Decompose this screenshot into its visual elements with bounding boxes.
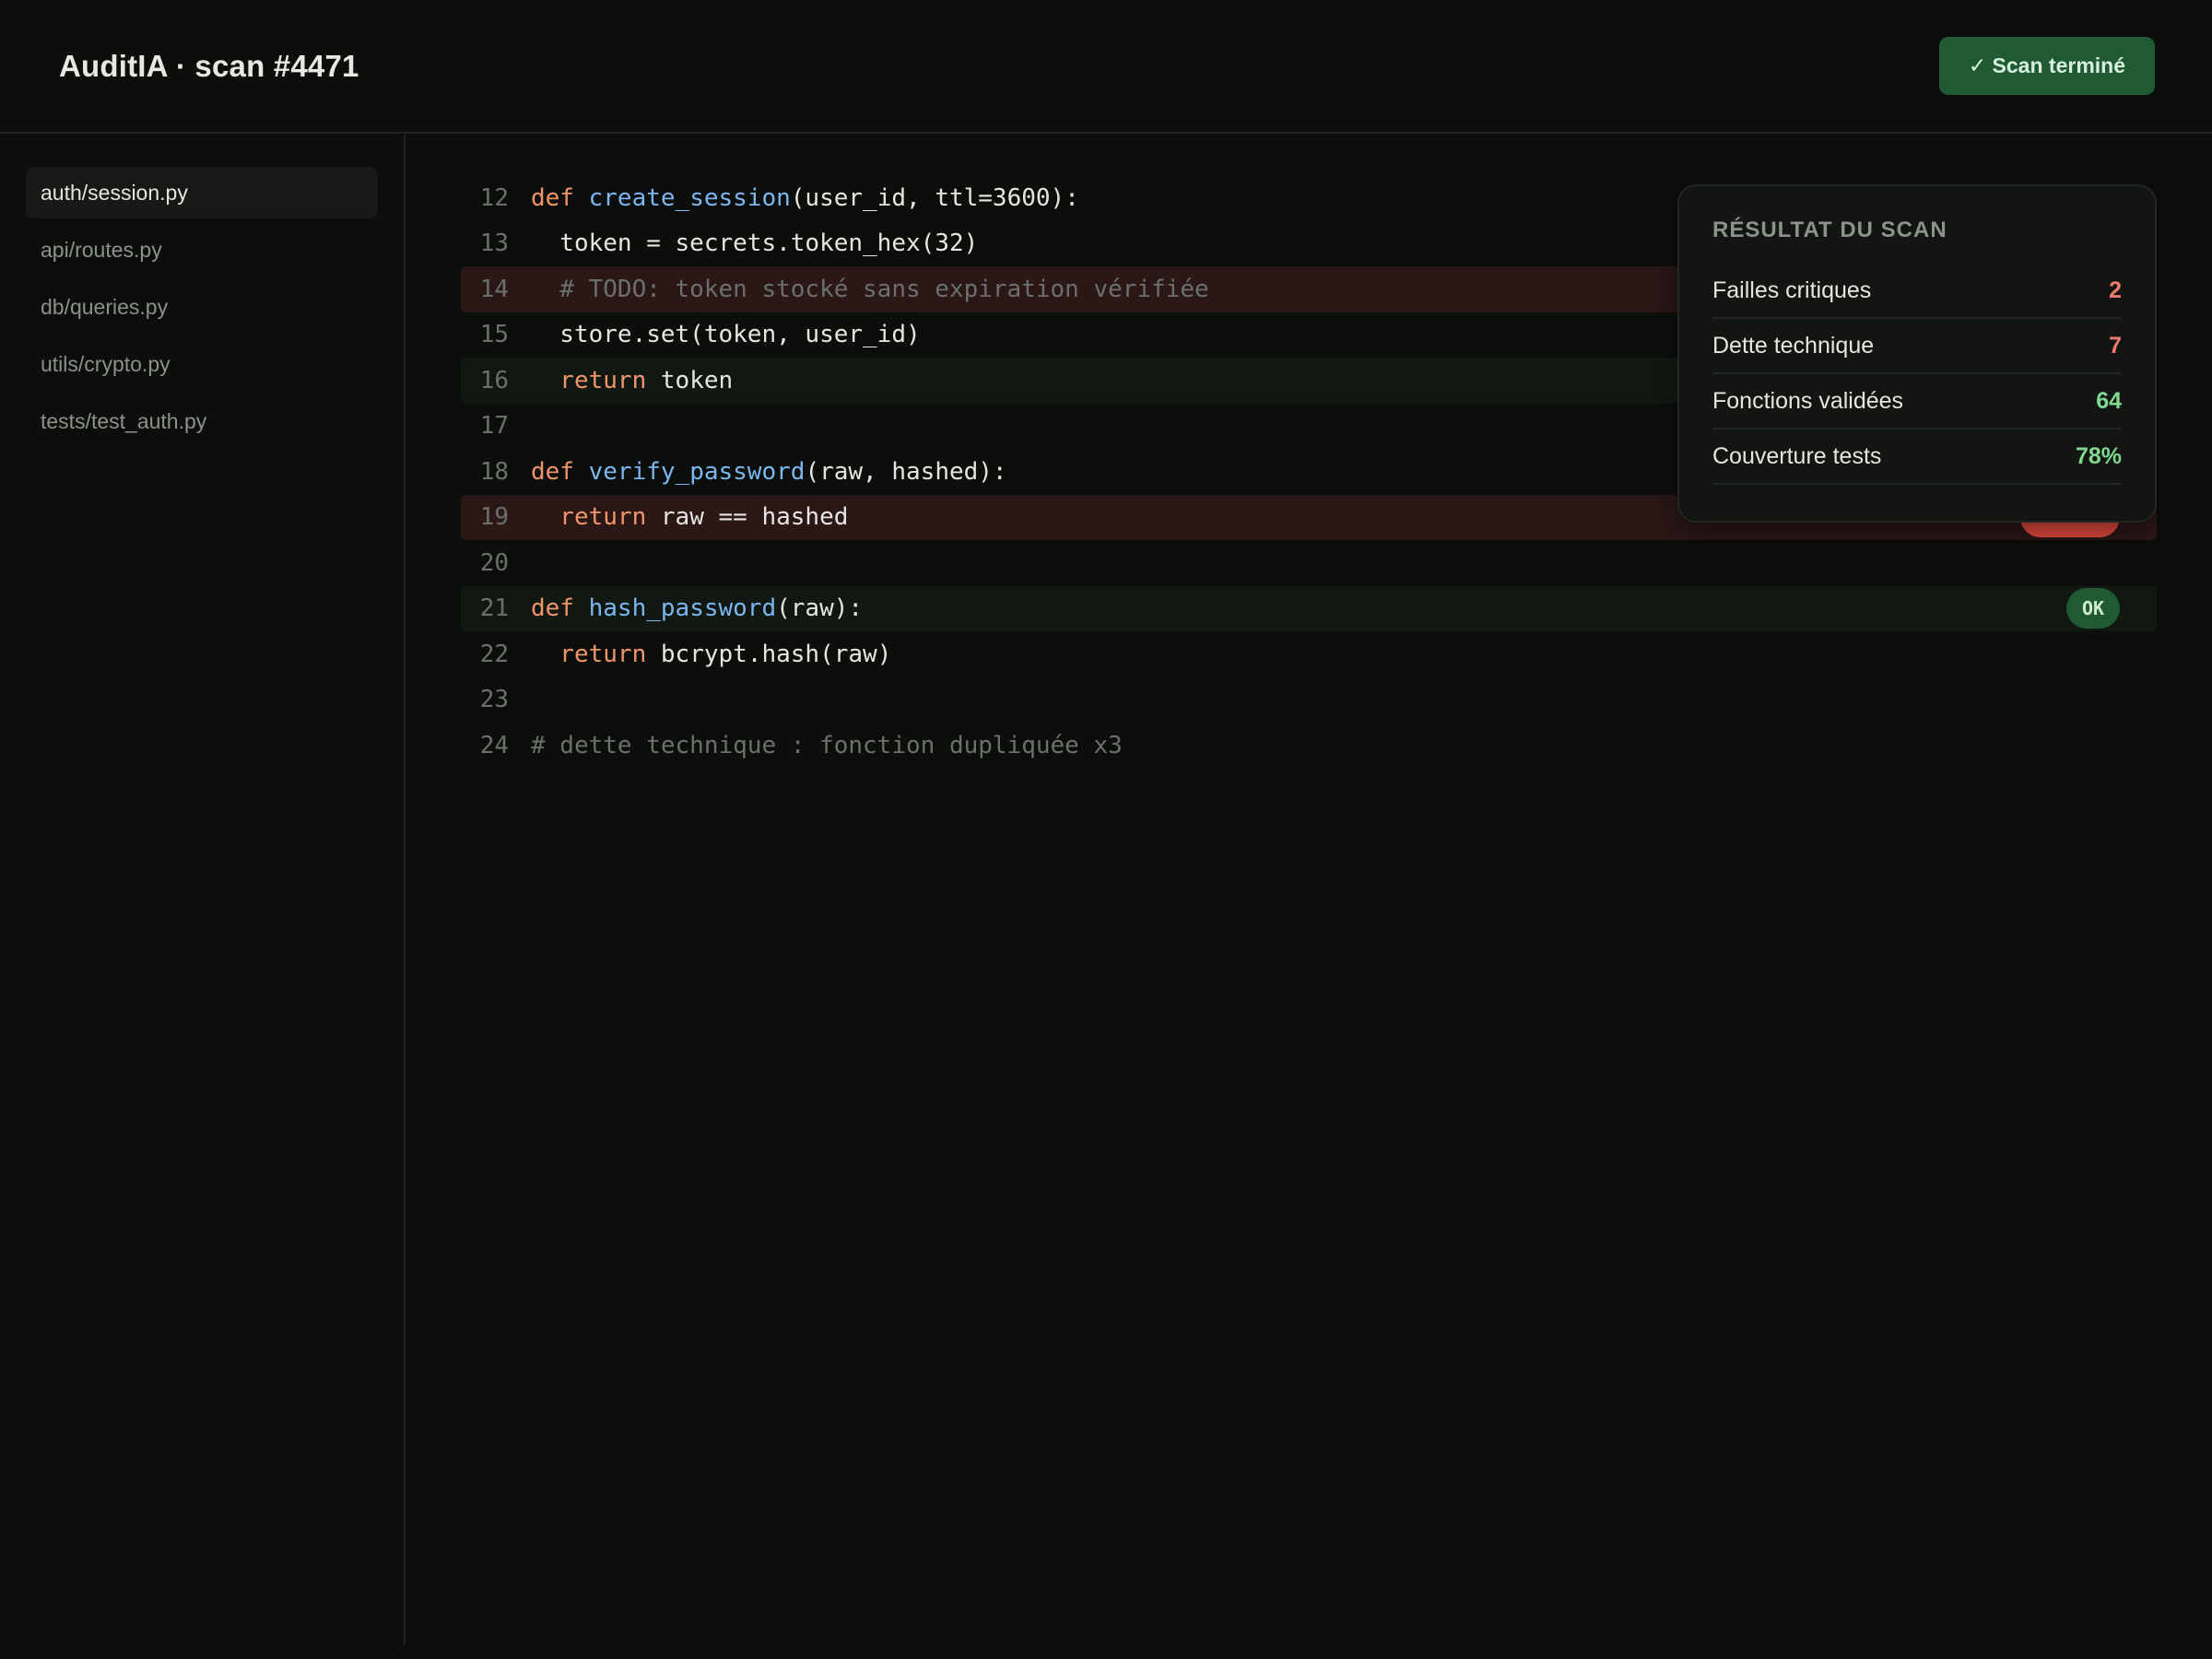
line-code: def create_session(user_id, ttl=3600): <box>531 184 1079 212</box>
line-number: 13 <box>479 229 509 258</box>
code-token: (raw, hashed): <box>805 457 1007 486</box>
metric-value: 2 <box>2109 276 2122 303</box>
code-token: raw == hashed <box>646 503 849 532</box>
code-token: token <box>646 366 734 394</box>
line-code: token = secrets.token_hex(32) <box>531 229 978 257</box>
ok-badge[interactable]: OK <box>2066 588 2120 629</box>
code-line[interactable]: 23 <box>461 677 2157 724</box>
code-token: hash_password <box>588 594 777 623</box>
line-number: 22 <box>479 640 509 668</box>
code-token: store.set(token, user_id) <box>531 321 921 349</box>
code-token: (user_id, ttl=3600): <box>790 183 1079 212</box>
metric-row: Failles critiques 2 <box>1712 264 2122 319</box>
metric-label: Dette technique <box>1712 332 1875 359</box>
metric-row: Fonctions validées 64 <box>1712 374 2122 429</box>
metric-value: 7 <box>2109 332 2122 359</box>
header: AuditIA · scan #4471 ✓ Scan terminé <box>0 0 2212 134</box>
metric-row: Dette technique 7 <box>1712 319 2122 374</box>
sidebar-file-item[interactable]: tests/test_auth.py <box>26 395 378 447</box>
code-token: create_session <box>588 183 791 212</box>
app-window: AuditIA · scan #4471 ✓ Scan terminé auth… <box>0 0 2212 1659</box>
line-number: 14 <box>479 275 509 303</box>
sidebar-file-item[interactable]: utils/crypto.py <box>26 338 378 390</box>
metric-row: Couverture tests 78% <box>1712 429 2122 485</box>
code-token: # TODO: token stocké sans expiration vér… <box>531 275 1209 303</box>
line-code: return bcrypt.hash(raw) <box>531 641 891 668</box>
metric-label: Failles critiques <box>1712 276 1872 303</box>
line-number: 12 <box>479 183 509 212</box>
sidebar-file-item[interactable]: auth/session.py <box>26 167 378 218</box>
code-token: verify_password <box>588 457 806 486</box>
page-title: AuditIA · scan #4471 <box>59 48 359 83</box>
code-token: token = secrets.token_hex(32) <box>531 229 979 258</box>
scan-result-panel: RÉSULTAT DU SCAN Failles critiques 2 Dette… <box>1677 184 2157 523</box>
metric-label: Couverture tests <box>1712 442 1882 469</box>
line-number: 17 <box>479 412 509 441</box>
code-token: def <box>531 594 589 623</box>
line-number: 16 <box>479 366 509 394</box>
line-code: return token <box>531 367 733 394</box>
line-code: # TODO: token stocké sans expiration vér… <box>531 275 1209 303</box>
file-sidebar: auth/session.py api/routes.py db/queries.p… <box>0 134 406 1645</box>
metric-value: 78% <box>2075 442 2122 469</box>
code-line[interactable]: 21 def hash_password(raw): OK <box>461 585 2157 631</box>
metric-list: Failles critiques 2 Dette technique 7 Foncti… <box>1712 264 2122 485</box>
line-code: # dette technique : fonction dupliquée x… <box>531 732 1123 759</box>
code-token: def <box>531 457 589 486</box>
line-number: 20 <box>479 548 509 577</box>
code-token: (raw): <box>776 594 864 623</box>
code-token: return <box>531 366 647 394</box>
panel-title: RÉSULTAT DU SCAN <box>1712 218 1947 242</box>
metric-label: Fonctions validées <box>1712 387 1904 414</box>
sidebar-file-item[interactable]: db/queries.py <box>26 281 378 333</box>
line-number: 23 <box>479 686 509 714</box>
line-number: 18 <box>479 457 509 486</box>
line-number: 21 <box>479 594 509 623</box>
line-number: 24 <box>479 731 509 759</box>
scan-status-button[interactable]: ✓ Scan terminé <box>1938 37 2155 95</box>
code-token: def <box>531 183 589 212</box>
code-token: return <box>531 640 647 668</box>
file-list: auth/session.py api/routes.py db/queries.p… <box>26 167 378 447</box>
code-line[interactable]: 20 <box>461 540 2157 586</box>
line-number: 19 <box>479 503 509 532</box>
sidebar-file-item[interactable]: api/routes.py <box>26 224 378 276</box>
line-code: store.set(token, user_id) <box>531 321 921 349</box>
line-code: return raw == hashed <box>531 503 848 531</box>
code-token: bcrypt.hash(raw) <box>646 640 892 668</box>
code-token: return <box>531 503 647 532</box>
line-number: 15 <box>479 321 509 349</box>
code-line[interactable]: 24 # dette technique : fonction dupliquée… <box>461 723 2157 769</box>
line-code: def hash_password(raw): <box>531 594 863 622</box>
metric-value: 64 <box>2096 387 2122 414</box>
code-token: # dette technique : fonction dupliquée x… <box>531 731 1123 759</box>
line-code: def verify_password(raw, hashed): <box>531 458 1007 486</box>
code-line[interactable]: 22 return bcrypt.hash(raw) <box>461 631 2157 677</box>
